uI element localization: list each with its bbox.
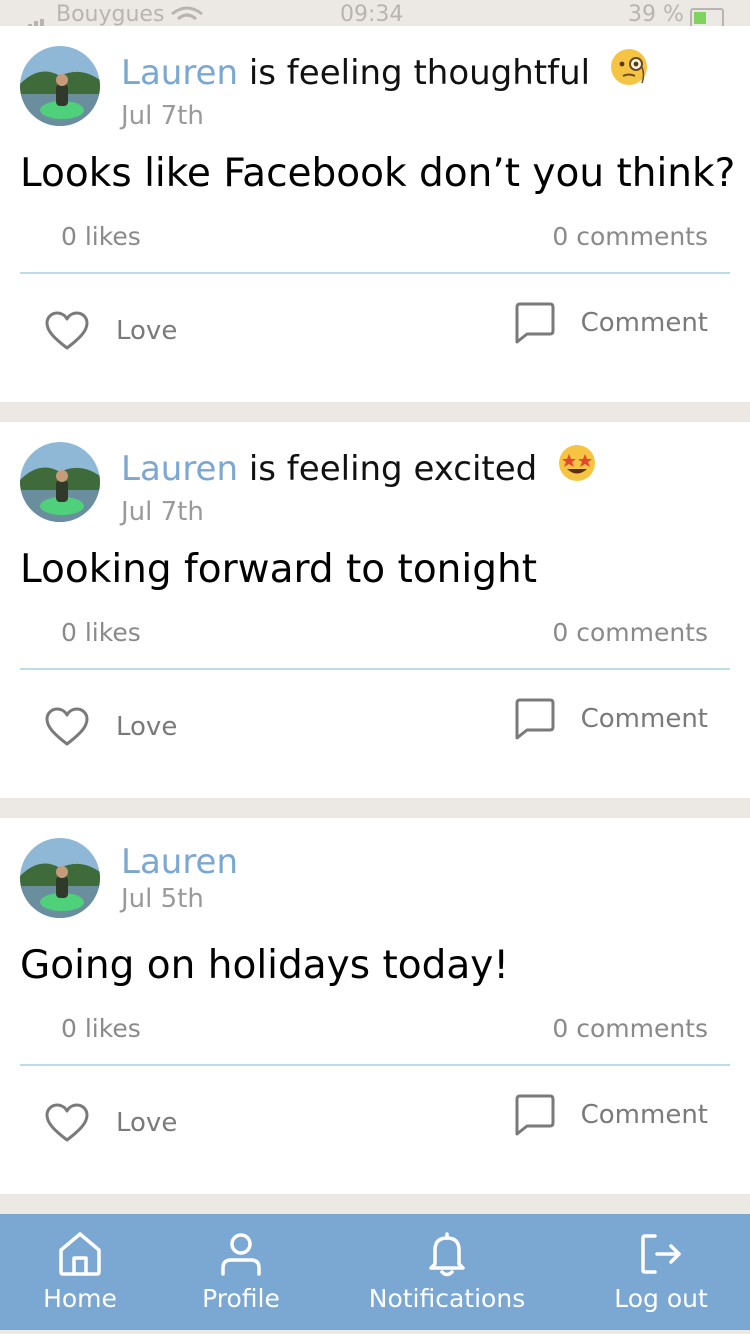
comment-label: Comment — [580, 1100, 708, 1130]
divider — [20, 668, 730, 670]
post-date: Jul 7th — [121, 101, 204, 131]
tab-logout-label: Log out — [614, 1284, 708, 1313]
monocle-face-icon — [609, 47, 649, 96]
love-button[interactable]: Love — [44, 702, 177, 752]
comments-count[interactable]: 0 comments — [552, 1014, 708, 1043]
love-label: Love — [116, 316, 178, 346]
star-struck-face-icon — [556, 443, 598, 492]
bottom-tab-bar: Home Profile Notifications Log out — [0, 1214, 750, 1330]
comment-label: Comment — [580, 704, 708, 734]
user-icon — [221, 1233, 261, 1276]
post-stats: 0 likes 0 comments — [61, 618, 708, 648]
wifi-icon — [171, 6, 203, 21]
clock-time: 09:34 — [340, 2, 404, 26]
tab-home-label: Home — [43, 1284, 117, 1313]
status-bar: Bouygues 09:34 39 % — [0, 0, 750, 26]
tab-notifications-label: Notifications — [368, 1284, 526, 1313]
post-card: Lauren is feeling excited Jul 7th Lookin… — [0, 422, 750, 798]
avatar[interactable] — [20, 838, 100, 918]
author-name[interactable]: Lauren — [121, 449, 238, 489]
post-headline: Lauren is feeling thoughtful — [121, 47, 730, 99]
post-date: Jul 7th — [121, 497, 204, 527]
heart-icon — [45, 1103, 89, 1142]
comment-icon — [515, 1094, 555, 1136]
love-button[interactable]: Love — [44, 1098, 177, 1148]
post-date: Jul 5th — [121, 884, 204, 914]
battery-percent: 39 % — [628, 2, 684, 26]
author-name[interactable]: Lauren — [121, 53, 238, 93]
carrier-name: Bouygues — [56, 2, 165, 26]
comment-icon — [515, 698, 555, 740]
feeling-text: is feeling excited — [248, 449, 538, 489]
likes-count[interactable]: 0 likes — [61, 222, 141, 251]
author-name[interactable]: Lauren — [121, 842, 238, 882]
comment-button[interactable]: Comment — [513, 298, 708, 348]
comments-count[interactable]: 0 comments — [552, 222, 708, 251]
post-stats: 0 likes 0 comments — [61, 222, 708, 252]
tab-logout[interactable]: Log out — [606, 1214, 716, 1330]
tab-home[interactable]: Home — [40, 1214, 120, 1330]
bell-icon — [429, 1232, 465, 1277]
avatar[interactable] — [20, 46, 100, 126]
love-label: Love — [116, 1108, 178, 1138]
heart-icon — [45, 311, 89, 350]
tab-profile-label: Profile — [202, 1284, 280, 1313]
divider — [20, 1064, 730, 1066]
post-text: Looking forward to tonight — [20, 547, 537, 592]
signal-icon — [22, 12, 50, 26]
likes-count[interactable]: 0 likes — [61, 1014, 141, 1043]
post-stats: 0 likes 0 comments — [61, 1014, 708, 1044]
avatar[interactable] — [20, 442, 100, 522]
post-card: Lauren Jul 5th Going on holidays today! … — [0, 818, 750, 1194]
comment-button[interactable]: Comment — [513, 694, 708, 744]
post-headline: Lauren is feeling excited — [121, 443, 730, 495]
comment-button[interactable]: Comment — [513, 1090, 708, 1140]
post-card: Lauren is feeling thoughtful Jul 7th Loo… — [0, 26, 750, 402]
post-text: Going on holidays today! — [20, 943, 509, 988]
feeling-text: is feeling thoughtful — [248, 53, 591, 93]
likes-count[interactable]: 0 likes — [61, 618, 141, 647]
comment-label: Comment — [580, 308, 708, 338]
love-button[interactable]: Love — [44, 306, 177, 356]
tab-profile[interactable]: Profile — [196, 1214, 286, 1330]
love-label: Love — [116, 712, 178, 742]
logout-icon — [641, 1234, 681, 1274]
post-headline: Lauren — [121, 842, 730, 882]
tab-notifications[interactable]: Notifications — [362, 1214, 532, 1330]
home-icon — [59, 1232, 101, 1276]
comment-icon — [515, 302, 555, 344]
divider — [20, 272, 730, 274]
heart-icon — [45, 707, 89, 746]
comments-count[interactable]: 0 comments — [552, 618, 708, 647]
battery-icon — [690, 8, 724, 26]
post-text: Looks like Facebook don’t you think? — [20, 151, 736, 196]
